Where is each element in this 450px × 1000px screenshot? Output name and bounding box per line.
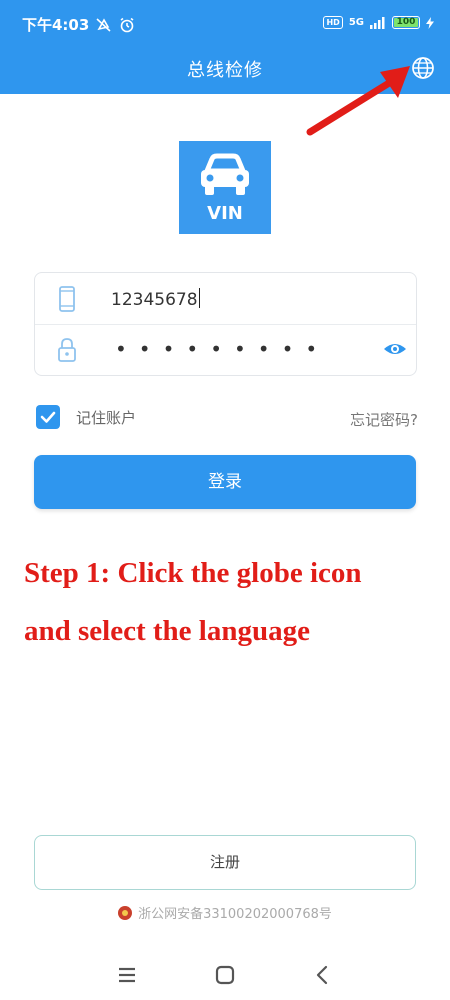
signal-icon (370, 16, 385, 29)
alarm-icon (120, 17, 134, 32)
mute-icon (96, 17, 111, 32)
login-form: 12345678 ••••••••• (34, 272, 417, 376)
battery-indicator: 100 (392, 16, 420, 29)
password-field[interactable]: ••••••••• (35, 324, 416, 375)
charging-icon (426, 16, 434, 29)
remember-checkbox[interactable] (36, 405, 60, 429)
home-icon[interactable] (212, 962, 238, 988)
car-icon (201, 153, 249, 195)
eye-icon[interactable] (382, 338, 408, 360)
instruction-line-1: Step 1: Click the globe icon (24, 557, 362, 589)
battery-level: 100 (396, 17, 416, 27)
status-time: 下午4:03 (22, 16, 90, 34)
hd-badge: HD (323, 16, 343, 29)
beian-text: 浙公网安备33100202000768号 (138, 907, 332, 922)
lock-icon (58, 338, 76, 362)
status-bar-left: 下午4:03 (22, 14, 135, 35)
app-logo: VIN (179, 141, 271, 234)
phone-field[interactable]: 12345678 (35, 273, 416, 325)
status-bar-right: HD 5G 100 (323, 16, 434, 29)
register-button[interactable]: 注册 (34, 835, 416, 890)
menu-icon[interactable] (114, 962, 140, 988)
phone-icon (59, 286, 75, 312)
network-label: 5G (348, 17, 364, 28)
phone-input[interactable]: 12345678 (111, 288, 200, 310)
login-button[interactable]: 登录 (34, 455, 416, 509)
police-badge-icon (118, 906, 133, 920)
remember-account[interactable]: 记住账户 (36, 405, 136, 429)
text-caret (198, 288, 200, 308)
arrow-annotation (306, 66, 410, 136)
password-input[interactable]: ••••••••• (115, 337, 329, 361)
remember-label: 记住账户 (76, 408, 137, 427)
back-icon[interactable] (310, 962, 336, 988)
logo-text: VIN (207, 203, 243, 224)
system-nav-bar (0, 950, 450, 1000)
beian-record[interactable]: 浙公网安备33100202000768号 (0, 903, 450, 922)
forgot-password-link[interactable]: 忘记密码? (350, 409, 418, 430)
instruction-annotation: Step 1: Click the globe icon and select … (24, 544, 444, 660)
instruction-line-2: and select the language (24, 615, 310, 647)
checkmark-icon (40, 411, 56, 423)
